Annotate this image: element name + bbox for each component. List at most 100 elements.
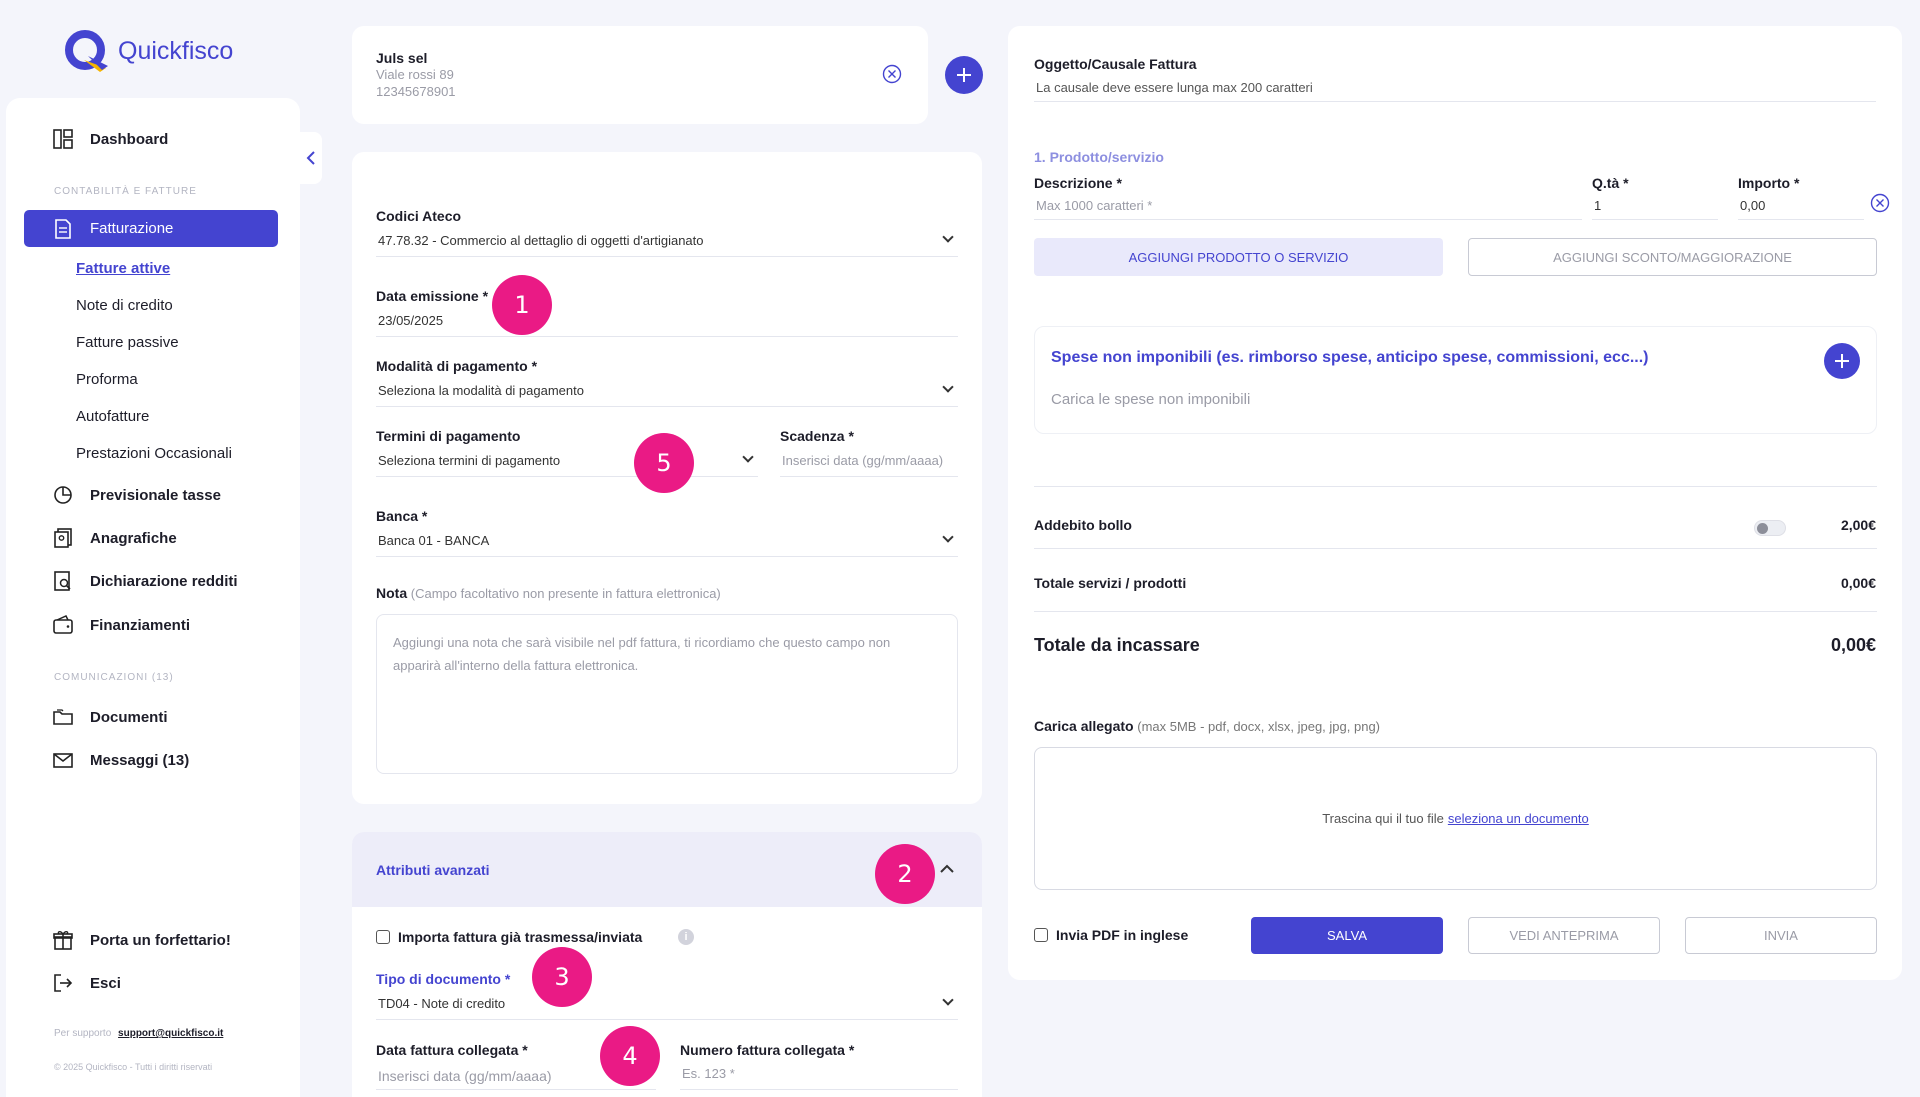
sidebar-subitem-proforma[interactable]: Proforma bbox=[76, 371, 138, 388]
support-line: Per supporto support@quickfisco.it bbox=[54, 1028, 223, 1039]
customer-card: Juls sel Viale rossi 89 12345678901 bbox=[352, 26, 928, 124]
brand-logo[interactable]: Quickfisco bbox=[62, 28, 233, 74]
sidebar-item-anagrafiche[interactable]: Anagrafiche bbox=[52, 527, 177, 549]
object-placeholder: La causale deve essere lunga max 200 car… bbox=[1036, 80, 1313, 95]
bank-value: Banca 01 - BANCA bbox=[378, 533, 490, 548]
total-value: 0,00€ bbox=[1830, 635, 1876, 655]
sidebar-subitem-note-credito[interactable]: Note di credito bbox=[76, 297, 173, 314]
note-textarea[interactable]: Aggiungi una nota che sarà visibile nel … bbox=[376, 614, 958, 774]
brand-name: Quickfisco bbox=[118, 36, 234, 65]
sidebar-item-label: Fatturazione bbox=[90, 220, 174, 237]
sidebar-subitem-prestazioni[interactable]: Prestazioni Occasionali bbox=[76, 445, 232, 462]
date-input[interactable]: 23/05/2025 bbox=[376, 309, 958, 337]
doc-type-select[interactable]: TD04 - Note di credito bbox=[376, 992, 958, 1020]
toggle-knob bbox=[1757, 523, 1768, 534]
sidebar-item-label: Messaggi (13) bbox=[90, 751, 190, 769]
payment-terms-select[interactable]: Seleziona termini di pagamento bbox=[376, 449, 758, 477]
support-email-link[interactable]: support@quickfisco.it bbox=[118, 1028, 223, 1039]
sidebar-item-dashboard[interactable]: Dashboard bbox=[52, 128, 168, 150]
linked-number-label: Numero fattura collegata * bbox=[680, 1042, 855, 1058]
sidebar-item-esci[interactable]: Esci bbox=[52, 972, 121, 994]
sidebar-item-fatturazione[interactable]: Fatturazione bbox=[24, 210, 278, 247]
desc-label: Descrizione * bbox=[1034, 175, 1122, 191]
stamp-label: Addebito bollo bbox=[1034, 517, 1132, 533]
add-expense-button[interactable] bbox=[1824, 343, 1860, 379]
sidebar-item-dichiarazione[interactable]: Dichiarazione redditi bbox=[52, 570, 238, 592]
amount-input[interactable]: 0,00 bbox=[1738, 194, 1864, 220]
qty-input[interactable]: 1 bbox=[1592, 194, 1718, 220]
add-discount-button[interactable]: AGGIUNGI SCONTO/MAGGIORAZIONE bbox=[1468, 238, 1877, 276]
invoice-icon bbox=[55, 218, 71, 239]
ateco-value: 47.78.32 - Commercio al dettaglio di ogg… bbox=[378, 233, 704, 248]
divider bbox=[1034, 611, 1877, 612]
select-document-link[interactable]: seleziona un documento bbox=[1448, 811, 1589, 826]
sidebar-item-documenti[interactable]: Documenti bbox=[52, 706, 168, 728]
annotation-marker-1: 1 bbox=[492, 275, 552, 335]
expenses-box: Spese non imponibili (es. rimborso spese… bbox=[1034, 326, 1877, 434]
payment-mode-label: Modalità di pagamento * bbox=[376, 358, 538, 374]
linked-date-placeholder: Inserisci data (gg/mm/aaaa) bbox=[378, 1068, 552, 1084]
sidebar-item-label: Finanziamenti bbox=[90, 616, 191, 634]
annotation-marker-2: 2 bbox=[875, 844, 935, 904]
due-label: Scadenza * bbox=[780, 428, 854, 444]
ateco-label: Codici Ateco bbox=[376, 208, 462, 224]
linked-number-input[interactable]: Es. 123 * bbox=[680, 1062, 958, 1090]
payment-mode-select[interactable]: Seleziona la modalità di pagamento bbox=[376, 379, 958, 407]
save-button[interactable]: SALVA bbox=[1251, 917, 1443, 954]
add-customer-button[interactable] bbox=[945, 56, 983, 94]
plus-icon bbox=[1835, 354, 1849, 368]
send-button[interactable]: INVIA bbox=[1685, 917, 1877, 954]
mail-icon bbox=[53, 753, 73, 768]
desc-input[interactable]: Max 1000 caratteri * bbox=[1034, 194, 1582, 220]
preview-button[interactable]: VEDI ANTEPRIMA bbox=[1468, 917, 1660, 954]
remove-customer-icon[interactable] bbox=[882, 64, 902, 84]
sidebar-item-porta[interactable]: Porta un forfettario! bbox=[52, 929, 231, 951]
note-label-row: Nota (Campo facoltativo non presente in … bbox=[376, 585, 721, 601]
file-dropzone[interactable]: Trascina qui il tuo file seleziona un do… bbox=[1034, 747, 1877, 890]
divider bbox=[1034, 548, 1877, 549]
stamp-toggle[interactable] bbox=[1754, 520, 1786, 536]
sidebar-collapse-button[interactable] bbox=[300, 132, 322, 184]
stamp-value: 2,00€ bbox=[1840, 517, 1876, 533]
english-pdf-checkbox[interactable] bbox=[1034, 928, 1048, 942]
wallet-icon bbox=[53, 615, 73, 634]
object-input[interactable]: La causale deve essere lunga max 200 car… bbox=[1034, 76, 1876, 102]
sidebar-subitem-autofatture[interactable]: Autofatture bbox=[76, 408, 149, 425]
customer-address: Viale rossi 89 bbox=[376, 67, 454, 82]
sidebar-item-label: Anagrafiche bbox=[90, 529, 177, 547]
import-invoice-checkbox[interactable] bbox=[376, 930, 390, 944]
due-placeholder: Inserisci data (gg/mm/aaaa) bbox=[782, 453, 944, 468]
sidebar-subitem-fatture-attive[interactable]: Fatture attive bbox=[76, 260, 170, 277]
dashboard-icon bbox=[53, 129, 73, 149]
ateco-select[interactable]: 47.78.32 - Commercio al dettaglio di ogg… bbox=[376, 229, 958, 257]
advanced-title: Attributi avanzati bbox=[376, 862, 490, 878]
note-hint: (Campo facoltativo non presente in fattu… bbox=[410, 586, 721, 601]
due-input[interactable]: Inserisci data (gg/mm/aaaa) bbox=[780, 449, 958, 477]
remove-row-icon[interactable] bbox=[1870, 193, 1890, 213]
annotation-marker-3: 3 bbox=[532, 947, 592, 1007]
section-title-comms: COMUNICAZIONI (13) bbox=[54, 672, 174, 683]
chevron-down-icon bbox=[942, 381, 954, 393]
bank-select[interactable]: Banca 01 - BANCA bbox=[376, 529, 958, 557]
section-title-accounting: CONTABILITÀ E FATTURE bbox=[54, 186, 197, 197]
date-value: 23/05/2025 bbox=[378, 313, 444, 328]
sidebar-subitem-fatture-passive[interactable]: Fatture passive bbox=[76, 334, 179, 351]
sidebar-item-messaggi[interactable]: Messaggi (13) bbox=[52, 749, 189, 771]
annotation-marker-5: 5 bbox=[634, 433, 694, 493]
sidebar-item-finanziamenti[interactable]: Finanziamenti bbox=[52, 614, 190, 636]
object-label: Oggetto/Causale Fattura bbox=[1034, 56, 1197, 72]
gift-icon bbox=[53, 931, 73, 950]
divider bbox=[1034, 486, 1877, 487]
total-label: Totale da incassare bbox=[1034, 635, 1200, 655]
add-product-button[interactable]: AGGIUNGI PRODOTTO O SERVIZIO bbox=[1034, 238, 1443, 276]
sidebar-item-previsionale[interactable]: Previsionale tasse bbox=[52, 484, 221, 506]
attach-label: Carica allegato bbox=[1034, 718, 1134, 734]
annotation-marker-4: 4 bbox=[600, 1026, 660, 1086]
sidebar-item-label: Previsionale tasse bbox=[90, 486, 221, 504]
chevron-down-icon bbox=[742, 451, 754, 463]
amount-label: Importo * bbox=[1738, 175, 1800, 191]
info-icon[interactable]: i bbox=[678, 929, 694, 945]
logout-icon bbox=[54, 974, 73, 992]
copyright: © 2025 Quickfisco - Tutti i diritti rise… bbox=[54, 1062, 213, 1072]
drop-text: Trascina qui il tuo file bbox=[1322, 811, 1444, 826]
